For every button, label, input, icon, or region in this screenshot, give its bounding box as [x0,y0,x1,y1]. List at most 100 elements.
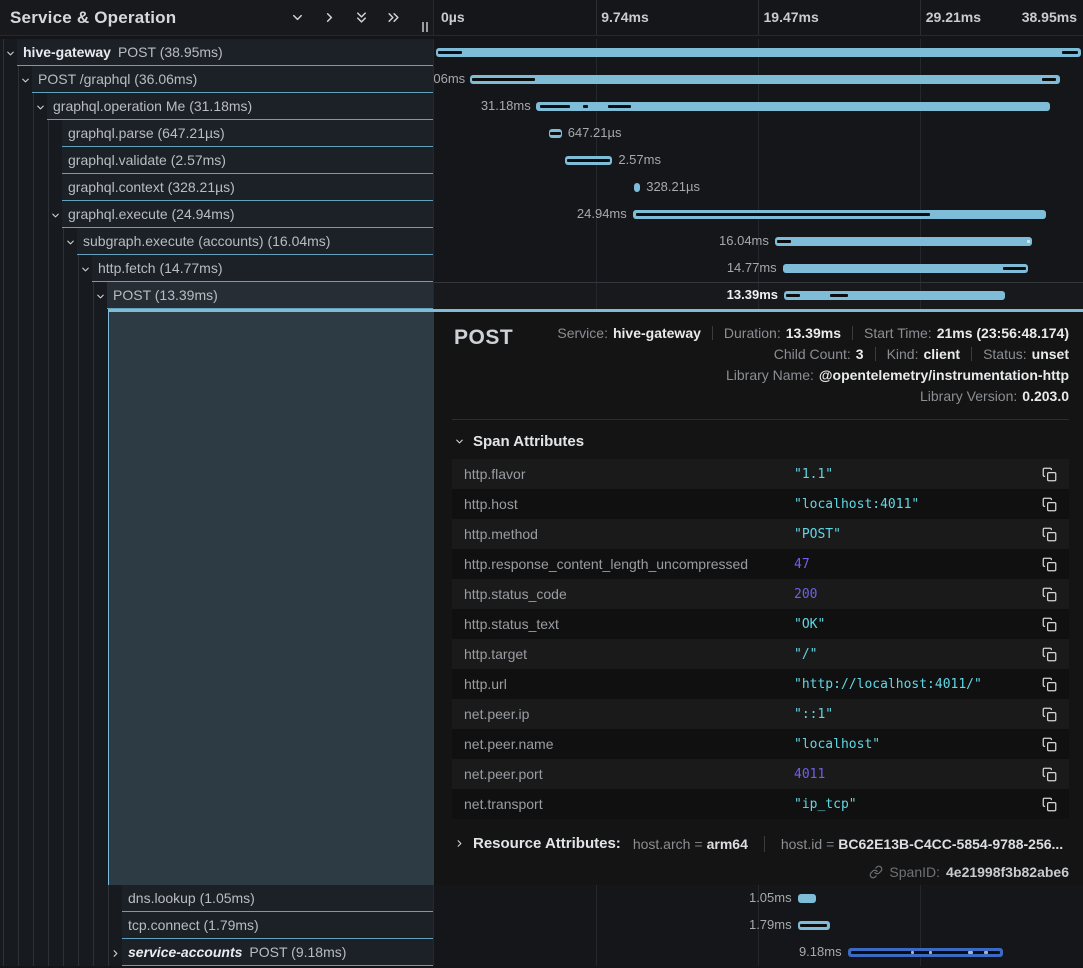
copy-icon[interactable] [1040,465,1059,484]
span-name[interactable]: POST /graphql (36.06ms) [32,66,433,93]
span-bar[interactable] [784,291,1005,300]
copy-icon[interactable] [1040,735,1059,754]
span-name[interactable]: graphql.validate (2.57ms) [62,147,433,174]
timeline-tick: 29.21ms [926,9,981,25]
resource-attr-key: host.id [781,836,822,852]
chevron-down-icon[interactable] [50,210,61,221]
copy-icon[interactable] [1040,585,1059,604]
library-version-label: Library Version: [920,388,1017,404]
chevron-down-icon[interactable] [95,291,106,302]
span-name[interactable]: graphql.operation Me (31.18ms) [47,93,433,120]
span-bar-cell[interactable]: 24.94ms [434,201,1083,228]
service-operation-header: Service & Operation [0,0,434,36]
span-name[interactable]: tcp.connect (1.79ms) [122,912,433,939]
double-chevron-down-icon-rotated[interactable] [386,10,401,25]
copy-icon[interactable] [1040,795,1059,814]
copy-icon[interactable] [1040,555,1059,574]
span-row-graphql-context: graphql.context (328.21µs) 328.21µs [0,174,1083,201]
attribute-row: http.url"http://localhost:4011/" [452,669,1069,699]
span-name[interactable]: graphql.parse (647.21µs) [62,120,433,147]
service-operation-title: Service & Operation [10,8,176,28]
divider [452,419,1069,420]
span-name[interactable]: POST (13.39ms) [107,282,433,309]
span-bar-cell[interactable]: 1.05ms [434,885,1083,912]
chevron-right-icon[interactable] [110,948,121,959]
child-count-value: 3 [856,346,864,362]
span-bar-cell[interactable]: 13.39ms [434,282,1083,309]
duration-label: 31.18ms [481,98,531,113]
resource-attributes-toggle[interactable]: Resource Attributes: host.arch=arm64 hos… [454,835,1069,852]
span-attributes-title: Span Attributes [473,433,584,450]
chevron-down-icon[interactable] [35,102,46,113]
span-name[interactable]: graphql.context (328.21µs) [62,174,433,201]
span-bar-cell[interactable]: 36.06ms [434,66,1083,93]
span-attributes-toggle[interactable]: Span Attributes [452,431,1069,459]
trace-viewer: Service & Operation 0µs 9.74ms 19.47ms 2… [0,0,1083,968]
copy-icon[interactable] [1040,765,1059,784]
span-bar-cell[interactable]: 647.21µs [434,120,1083,147]
copy-icon[interactable] [1040,675,1059,694]
span-bar-cell[interactable]: 328.21µs [434,174,1083,201]
library-name-value: @opentelemetry/instrumentation-http [819,367,1069,383]
span-bar-cell[interactable]: 2.57ms [434,147,1083,174]
span-name[interactable]: subgraph.execute (accounts) (16.04ms) [77,228,433,255]
spanid-label: SpanID: [889,864,940,880]
span-row-graphql-parse: graphql.parse (647.21µs) 647.21µs [0,120,1083,147]
span-bar[interactable] [775,237,1032,246]
span-bar-cell[interactable]: 38.95ms [434,39,1083,66]
chevron-down-icon[interactable] [5,48,16,59]
attribute-row: http.host"localhost:4011" [452,489,1069,519]
chevron-right-icon[interactable] [322,10,337,25]
duration-label: 1.05ms [749,890,792,905]
copy-icon[interactable] [1040,525,1059,544]
span-name[interactable]: graphql.execute (24.94ms) [62,201,433,228]
span-bar-cell[interactable]: 16.04ms [434,228,1083,255]
link-icon[interactable] [869,865,883,879]
selected-span-fill[interactable] [108,309,434,885]
chevron-down-icon[interactable] [290,10,305,25]
timeline-tick: 0µs [441,9,465,25]
span-detail-row: POST Service:hive-gateway Duration:13.39… [0,309,1083,885]
span-bar[interactable] [783,264,1028,273]
chevron-down-icon[interactable] [20,75,31,86]
copy-icon[interactable] [1040,705,1059,724]
attribute-row: http.response_content_length_uncompresse… [452,549,1069,579]
attribute-row: net.peer.name"localhost" [452,729,1069,759]
kind-label: Kind: [887,346,919,362]
chevron-down-icon[interactable] [80,264,91,275]
chevron-down-icon[interactable] [65,237,76,248]
span-bar[interactable] [436,48,1081,57]
span-name[interactable]: http.fetch (14.77ms) [92,255,433,282]
span-name[interactable]: hive-gatewayPOST (38.95ms) [17,39,433,66]
span-bar-cell[interactable]: 1.79ms [434,912,1083,939]
service-value: hive-gateway [613,325,701,341]
span-bar[interactable] [634,183,640,192]
duration-label: 2.57ms [618,152,661,167]
copy-icon[interactable] [1040,495,1059,514]
status-value: unset [1032,346,1069,362]
span-bar-cell[interactable]: 31.18ms [434,93,1083,120]
panel-resize-grip-icon[interactable] [422,22,428,32]
copy-icon[interactable] [1040,645,1059,664]
span-row-hive-gateway-post: hive-gatewayPOST (38.95ms) 38.95ms [0,39,1083,66]
timeline-tick: 19.47ms [764,9,819,25]
span-bar[interactable] [798,894,816,903]
duration-label: 14.77ms [727,260,777,275]
library-version-value: 0.203.0 [1022,388,1069,404]
span-bar[interactable] [470,75,1060,84]
chevron-down-icon [454,436,465,447]
attribute-row: net.peer.port4011 [452,759,1069,789]
span-bar-cell[interactable]: 14.77ms [434,255,1083,282]
kind-value: client [923,346,960,362]
chevron-right-icon [454,838,465,849]
double-chevron-down-icon[interactable] [354,10,369,25]
resource-attr-key: host.arch [633,836,691,852]
timeline-tick: 38.95ms [1022,9,1077,25]
attribute-row: net.peer.ip"::1" [452,699,1069,729]
span-name[interactable]: service-accountsPOST (9.18ms) [122,939,433,966]
span-bar-cell[interactable]: 9.18ms [434,939,1083,966]
attribute-row: http.flavor"1.1" [452,459,1069,489]
copy-icon[interactable] [1040,615,1059,634]
attribute-row: http.status_code200 [452,579,1069,609]
span-name[interactable]: dns.lookup (1.05ms) [122,885,433,912]
